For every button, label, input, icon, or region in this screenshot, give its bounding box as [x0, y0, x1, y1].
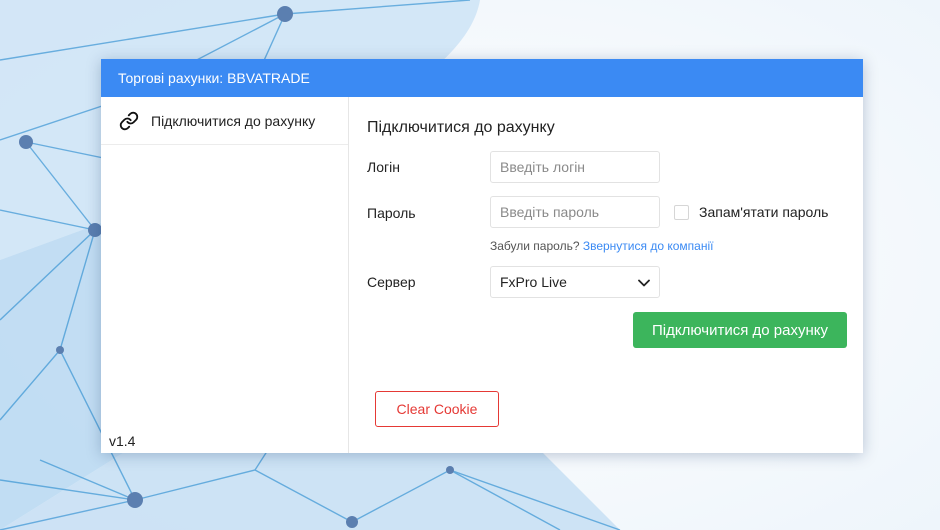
dialog-title: Торгові рахунки: BBVATRADE	[101, 59, 863, 97]
clear-cookie-button[interactable]: Clear Cookie	[375, 391, 499, 427]
password-input[interactable]	[490, 196, 660, 228]
sidebar: Підключитися до рахунку v1.4	[101, 97, 349, 453]
form-title: Підключитися до рахунку	[367, 119, 555, 136]
remember-password-checkbox[interactable]	[674, 205, 689, 220]
link-icon	[119, 110, 141, 132]
password-label: Пароль	[367, 205, 416, 221]
forgot-password-text: Забули пароль? Звернутися до компанії	[490, 239, 713, 253]
connect-account-button[interactable]: Підключитися до рахунку	[633, 312, 847, 348]
connect-form: Підключитися до рахунку Логін Пароль Зап…	[349, 97, 863, 453]
sidebar-item-label: Підключитися до рахунку	[151, 112, 316, 129]
login-label: Логін	[367, 159, 400, 175]
contact-company-link[interactable]: Звернутися до компанії	[583, 239, 714, 253]
version-label: v1.4	[109, 433, 136, 449]
remember-password-label[interactable]: Запам'ятати пароль	[699, 204, 828, 220]
forgot-password-question: Забули пароль?	[490, 239, 580, 253]
login-input[interactable]	[490, 151, 660, 183]
accounts-dialog: Торгові рахунки: BBVATRADE Підключитися …	[101, 59, 863, 453]
server-select[interactable]: FxPro Live	[490, 266, 660, 298]
sidebar-item-connect-account[interactable]: Підключитися до рахунку	[101, 97, 348, 145]
server-label: Сервер	[367, 274, 416, 290]
server-selected-value: FxPro Live	[500, 274, 567, 290]
chevron-down-icon	[638, 274, 650, 290]
